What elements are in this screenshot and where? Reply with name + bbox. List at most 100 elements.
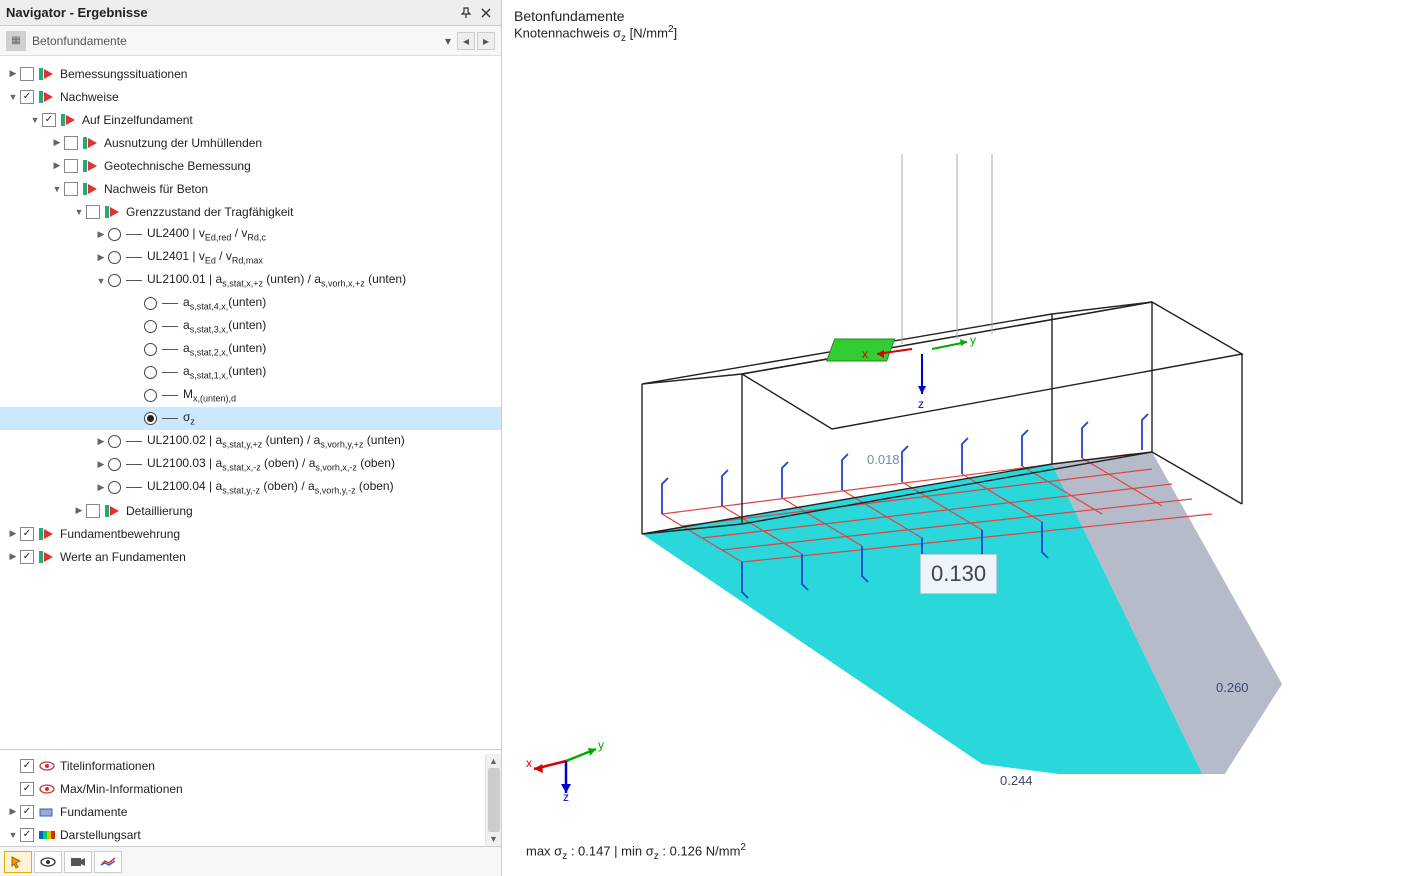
expander-icon[interactable]: ▼ (28, 113, 42, 127)
expander-icon[interactable]: ▶ (72, 504, 86, 518)
expander-icon[interactable]: ▶ (6, 67, 20, 81)
tree-item-ul2100-02[interactable]: ▶ UL2100.02 | as,stat,y,+z (unten) / as,… (0, 430, 501, 453)
expander-icon[interactable]: ▶ (50, 136, 64, 150)
close-icon[interactable] (477, 4, 495, 22)
checkbox[interactable] (20, 782, 34, 796)
scroll-up-icon[interactable]: ▲ (489, 756, 498, 766)
tree-item[interactable]: ▶ as,stat,1,x,(unten) (0, 361, 501, 384)
checkbox[interactable] (20, 67, 34, 81)
tree-item[interactable]: ▶ as,stat,4,x,(unten) (0, 292, 501, 315)
tree-item-ul2100-03[interactable]: ▶ UL2100.03 | as,stat,x,-z (oben) / as,v… (0, 453, 501, 476)
radio[interactable] (108, 228, 121, 241)
radio[interactable] (108, 458, 121, 471)
option-titelinformationen[interactable]: ▶ Titelinformationen (0, 754, 485, 777)
expander-icon[interactable]: ▶ (6, 527, 20, 541)
checkbox[interactable] (64, 136, 78, 150)
radio[interactable] (144, 366, 157, 379)
flag-icon (104, 504, 122, 518)
viewport-3d[interactable]: x y z 0.018 0.130 0.260 0.244 x y z (502, 44, 1415, 876)
tree-item[interactable]: ▶ Geotechnische Bemessung (0, 154, 501, 177)
tree-item-nachweis-beton[interactable]: ▼ Nachweis für Beton (0, 177, 501, 200)
breadcrumb-prev[interactable]: ◂ (457, 32, 475, 50)
checkbox[interactable] (20, 527, 34, 541)
option-darstellungsart[interactable]: ▼ Darstellungsart (0, 823, 485, 846)
flag-icon (60, 113, 78, 127)
expander-icon[interactable]: ▶ (50, 159, 64, 173)
result-tree[interactable]: ▶ Bemessungssituationen ▼ Nachweise ▼ Au… (0, 56, 501, 749)
radio[interactable] (108, 435, 121, 448)
tree-item[interactable]: ▶ as,stat,3,x,(unten) (0, 315, 501, 338)
dash-icon (125, 228, 143, 242)
viewport-title: Betonfundamente Knotennachweis σz [N/mm2… (502, 0, 1415, 44)
checkbox[interactable] (64, 159, 78, 173)
radio[interactable] (108, 274, 121, 287)
tree-item-detaillierung[interactable]: ▶ Detaillierung (0, 499, 501, 522)
expander-icon[interactable]: ▼ (6, 828, 20, 842)
expander-icon[interactable]: ▶ (94, 228, 108, 242)
tree-label: Grenzzustand der Tragfähigkeit (126, 205, 293, 219)
radio[interactable] (144, 412, 157, 425)
tree-item[interactable]: ▶ Ausnutzung der Umhüllenden (0, 131, 501, 154)
checkbox[interactable] (20, 759, 34, 773)
tree-item-ul2100-04[interactable]: ▶ UL2100.04 | as,stat,y,-z (oben) / as,v… (0, 476, 501, 499)
tree-item-sigma-z[interactable]: ▶ σz (0, 407, 501, 430)
tree-item-grenzzustand[interactable]: ▼ Grenzzustand der Tragfähigkeit (0, 200, 501, 223)
tree-item[interactable]: ▶ as,stat,2,x,(unten) (0, 338, 501, 361)
scrollbar-vertical[interactable]: ▲ ▼ (485, 754, 501, 846)
radio[interactable] (108, 251, 121, 264)
tree-label: Mx,(unten),d (183, 387, 236, 403)
checkbox[interactable] (20, 805, 34, 819)
radio[interactable] (144, 297, 157, 310)
checkbox[interactable] (64, 182, 78, 196)
dash-icon (125, 274, 143, 288)
tree-item-fundamentbewehrung[interactable]: ▶ Fundamentbewehrung (0, 522, 501, 545)
tree-item-ul2100-01[interactable]: ▼ UL2100.01 | as,stat,x,+z (unten) / as,… (0, 269, 501, 292)
checkbox[interactable] (86, 205, 100, 219)
expander-icon[interactable]: ▶ (94, 251, 108, 265)
checkbox[interactable] (20, 550, 34, 564)
checkbox[interactable] (42, 113, 56, 127)
radio[interactable] (144, 343, 157, 356)
tree-item-ul2400[interactable]: ▶ UL2400 | vEd,red / vRd,c (0, 223, 501, 246)
breadcrumb-next[interactable]: ▸ (477, 32, 495, 50)
checkbox[interactable] (20, 828, 34, 842)
tree-label: UL2100.02 | as,stat,y,+z (unten) / as,vo… (147, 433, 405, 449)
expander-icon[interactable]: ▶ (94, 435, 108, 449)
tree-item-bemessungssituationen[interactable]: ▶ Bemessungssituationen (0, 62, 501, 85)
breadcrumb-dropdown[interactable]: ▾ (441, 32, 455, 50)
flag-icon (38, 527, 56, 541)
tab-results-button[interactable] (94, 851, 122, 873)
tab-camera-button[interactable] (64, 851, 92, 873)
scroll-thumb[interactable] (488, 768, 500, 832)
expander-icon[interactable]: ▼ (6, 90, 20, 104)
breadcrumb-text[interactable]: Betonfundamente (32, 34, 441, 48)
dash-icon (125, 251, 143, 265)
expander-icon[interactable]: ▶ (6, 550, 20, 564)
expander-icon[interactable]: ▶ (6, 805, 20, 819)
tree-item-auf-einzelfundament[interactable]: ▼ Auf Einzelfundament (0, 108, 501, 131)
tree-label: Fundamentbewehrung (60, 527, 180, 541)
pin-icon[interactable] (457, 4, 475, 22)
option-fundamente[interactable]: ▶ Fundamente (0, 800, 485, 823)
radio[interactable] (144, 389, 157, 402)
expander-icon[interactable]: ▶ (94, 458, 108, 472)
tree-item-nachweise[interactable]: ▼ Nachweise (0, 85, 501, 108)
option-maxmin[interactable]: ▶ Max/Min-Informationen (0, 777, 485, 800)
tab-select-button[interactable] (4, 851, 32, 873)
checkbox[interactable] (20, 90, 34, 104)
scroll-down-icon[interactable]: ▼ (489, 834, 498, 844)
dash-icon (125, 481, 143, 495)
axis-y-label: y (598, 738, 604, 752)
expander-icon[interactable]: ▼ (94, 274, 108, 288)
tree-item-werte-fundamenten[interactable]: ▶ Werte an Fundamenten (0, 545, 501, 568)
panel-header: Navigator - Ergebnisse (0, 0, 501, 26)
expander-icon[interactable]: ▼ (50, 182, 64, 196)
tree-item[interactable]: ▶ Mx,(unten),d (0, 384, 501, 407)
expander-icon[interactable]: ▼ (72, 205, 86, 219)
radio[interactable] (108, 481, 121, 494)
tab-view-button[interactable] (34, 851, 62, 873)
checkbox[interactable] (86, 504, 100, 518)
expander-icon[interactable]: ▶ (94, 481, 108, 495)
radio[interactable] (144, 320, 157, 333)
tree-item-ul2401[interactable]: ▶ UL2401 | vEd / vRd,max (0, 246, 501, 269)
